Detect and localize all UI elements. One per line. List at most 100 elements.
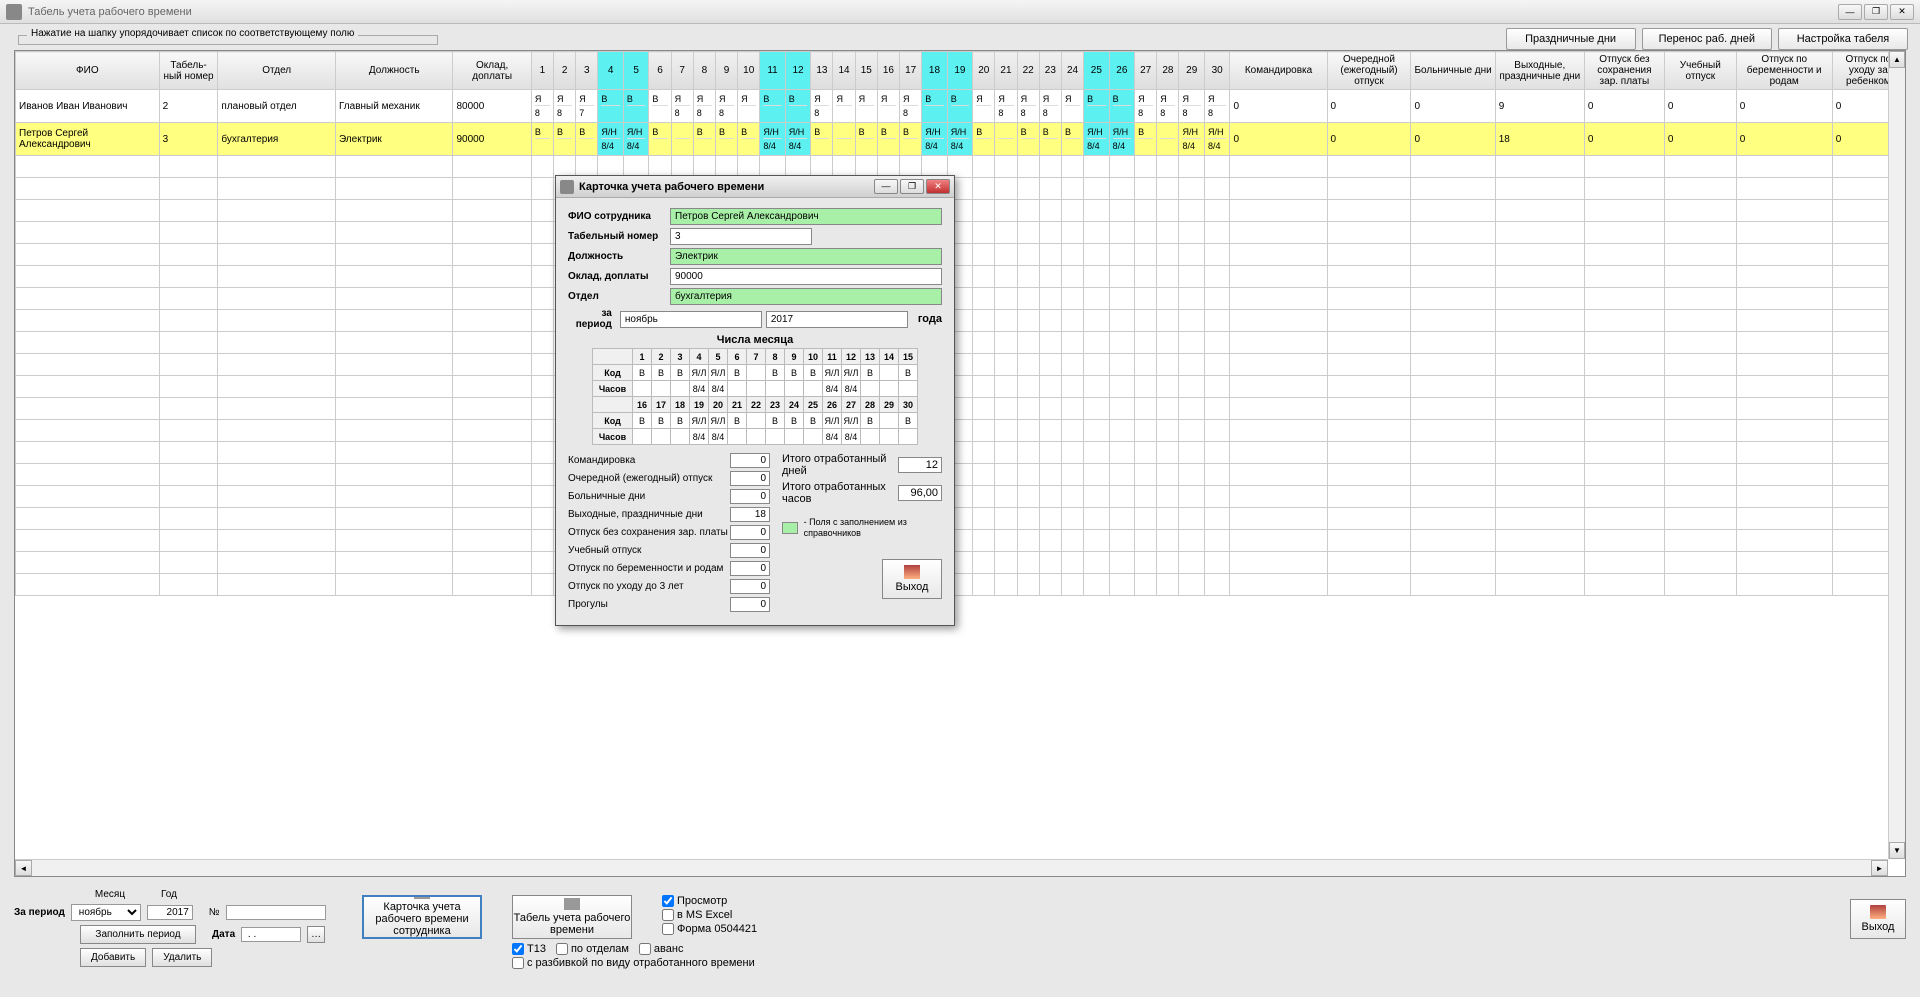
by-dept-checkbox[interactable]: по отделам xyxy=(556,943,629,955)
day-code-cell[interactable]: В xyxy=(804,365,823,381)
scroll-up-icon[interactable]: ▲ xyxy=(1889,51,1905,68)
scroll-right-icon[interactable]: ► xyxy=(1871,860,1888,876)
timesheet-report-button[interactable]: Табель учета рабочего времени xyxy=(512,895,632,939)
col-pos[interactable]: Должность xyxy=(335,52,453,90)
day-code-cell[interactable] xyxy=(880,413,899,429)
col-day-16[interactable]: 16 xyxy=(877,52,899,90)
day-code-cell[interactable]: В xyxy=(861,365,880,381)
day-hours-cell[interactable] xyxy=(633,429,652,445)
day-hours-cell[interactable]: 8/4 xyxy=(842,381,861,397)
sum-field[interactable] xyxy=(730,507,770,522)
day-hours-cell[interactable] xyxy=(747,381,766,397)
day-hours-cell[interactable] xyxy=(671,429,690,445)
delete-button[interactable]: Удалить xyxy=(152,948,212,967)
add-button[interactable]: Добавить xyxy=(80,948,146,967)
maximize-button[interactable]: ❐ xyxy=(1864,4,1888,20)
col-day-7[interactable]: 7 xyxy=(671,52,693,90)
day-hours-cell[interactable] xyxy=(728,429,747,445)
day-code-cell[interactable]: В xyxy=(671,365,690,381)
fill-period-button[interactable]: Заполнить период xyxy=(80,925,196,944)
col-day-18[interactable]: 18 xyxy=(922,52,947,90)
total-hours-field[interactable] xyxy=(898,485,942,501)
col-weekend[interactable]: Выходные, праздничные дни xyxy=(1495,52,1584,90)
day-code-cell[interactable]: Я/Л xyxy=(823,365,842,381)
col-day-20[interactable]: 20 xyxy=(973,52,995,90)
day-hours-cell[interactable] xyxy=(861,429,880,445)
dialog-exit-button[interactable]: Выход xyxy=(882,559,942,599)
col-day-8[interactable]: 8 xyxy=(693,52,715,90)
col-dept[interactable]: Отдел xyxy=(218,52,336,90)
day-hours-cell[interactable] xyxy=(804,381,823,397)
sum-field[interactable] xyxy=(730,597,770,612)
table-row[interactable]: Иванов Иван Иванович2плановый отделГлавн… xyxy=(16,90,1905,123)
col-day-9[interactable]: 9 xyxy=(715,52,737,90)
col-vacation[interactable]: Очередной (ежегодный) отпуск xyxy=(1327,52,1411,90)
col-day-10[interactable]: 10 xyxy=(738,52,760,90)
sum-field[interactable] xyxy=(730,525,770,540)
day-code-cell[interactable]: Я/Л xyxy=(690,413,709,429)
col-day-17[interactable]: 17 xyxy=(900,52,922,90)
day-hours-cell[interactable] xyxy=(652,381,671,397)
t13-checkbox[interactable]: Т13 xyxy=(512,943,546,955)
col-day-12[interactable]: 12 xyxy=(785,52,810,90)
form-checkbox[interactable]: Форма 0504421 xyxy=(662,923,757,935)
vertical-scrollbar[interactable]: ▲ ▼ xyxy=(1888,51,1905,859)
col-salary[interactable]: Оклад, доплаты xyxy=(453,52,531,90)
col-sick[interactable]: Больничные дни xyxy=(1411,52,1495,90)
day-code-cell[interactable] xyxy=(880,365,899,381)
day-code-cell[interactable] xyxy=(747,413,766,429)
col-day-27[interactable]: 27 xyxy=(1135,52,1157,90)
day-code-cell[interactable]: В xyxy=(899,413,918,429)
col-day-15[interactable]: 15 xyxy=(855,52,877,90)
day-hours-cell[interactable] xyxy=(633,381,652,397)
col-day-19[interactable]: 19 xyxy=(947,52,972,90)
col-day-6[interactable]: 6 xyxy=(649,52,671,90)
scroll-down-icon[interactable]: ▼ xyxy=(1889,842,1905,859)
day-code-cell[interactable]: В xyxy=(652,365,671,381)
day-hours-cell[interactable] xyxy=(671,381,690,397)
sum-field[interactable] xyxy=(730,489,770,504)
day-hours-cell[interactable] xyxy=(785,381,804,397)
day-hours-cell[interactable] xyxy=(785,429,804,445)
dialog-maximize-button[interactable]: ❐ xyxy=(900,179,924,194)
col-trip[interactable]: Командировка xyxy=(1230,52,1327,90)
day-hours-cell[interactable]: 8/4 xyxy=(709,381,728,397)
col-day-3[interactable]: 3 xyxy=(576,52,598,90)
fio-field[interactable] xyxy=(670,208,942,225)
exit-button[interactable]: Выход xyxy=(1850,899,1906,939)
tabnum-field[interactable] xyxy=(670,228,812,245)
col-day-14[interactable]: 14 xyxy=(833,52,855,90)
sum-field[interactable] xyxy=(730,543,770,558)
total-days-field[interactable] xyxy=(898,457,942,473)
transfer-days-button[interactable]: Перенос раб. дней xyxy=(1642,28,1772,50)
day-hours-cell[interactable] xyxy=(899,429,918,445)
day-hours-cell[interactable]: 8/4 xyxy=(823,429,842,445)
col-unpaid[interactable]: Отпуск без сохранения зар. платы xyxy=(1584,52,1664,90)
day-code-cell[interactable]: В xyxy=(633,413,652,429)
col-day-1[interactable]: 1 xyxy=(531,52,553,90)
col-fio[interactable]: ФИО xyxy=(16,52,160,90)
day-hours-cell[interactable]: 8/4 xyxy=(690,429,709,445)
col-day-23[interactable]: 23 xyxy=(1039,52,1061,90)
col-day-30[interactable]: 30 xyxy=(1204,52,1229,90)
day-hours-cell[interactable]: 8/4 xyxy=(842,429,861,445)
day-hours-cell[interactable] xyxy=(766,429,785,445)
dialog-close-button[interactable]: ✕ xyxy=(926,179,950,194)
day-code-cell[interactable] xyxy=(747,365,766,381)
day-code-cell[interactable]: В xyxy=(804,413,823,429)
dept-field[interactable] xyxy=(670,288,942,305)
day-hours-cell[interactable] xyxy=(747,429,766,445)
day-hours-cell[interactable]: 8/4 xyxy=(709,429,728,445)
minimize-button[interactable]: — xyxy=(1838,4,1862,20)
dialog-month-field[interactable] xyxy=(620,311,762,328)
preview-checkbox[interactable]: Просмотр xyxy=(662,895,757,907)
date-picker-button[interactable]: … xyxy=(307,926,325,943)
day-hours-cell[interactable] xyxy=(804,429,823,445)
day-code-cell[interactable]: В xyxy=(899,365,918,381)
day-code-cell[interactable]: В xyxy=(785,413,804,429)
day-code-cell[interactable]: В xyxy=(671,413,690,429)
day-code-cell[interactable]: В xyxy=(785,365,804,381)
day-hours-cell[interactable] xyxy=(880,429,899,445)
day-code-cell[interactable]: Я/Л xyxy=(709,413,728,429)
close-button[interactable]: ✕ xyxy=(1890,4,1914,20)
